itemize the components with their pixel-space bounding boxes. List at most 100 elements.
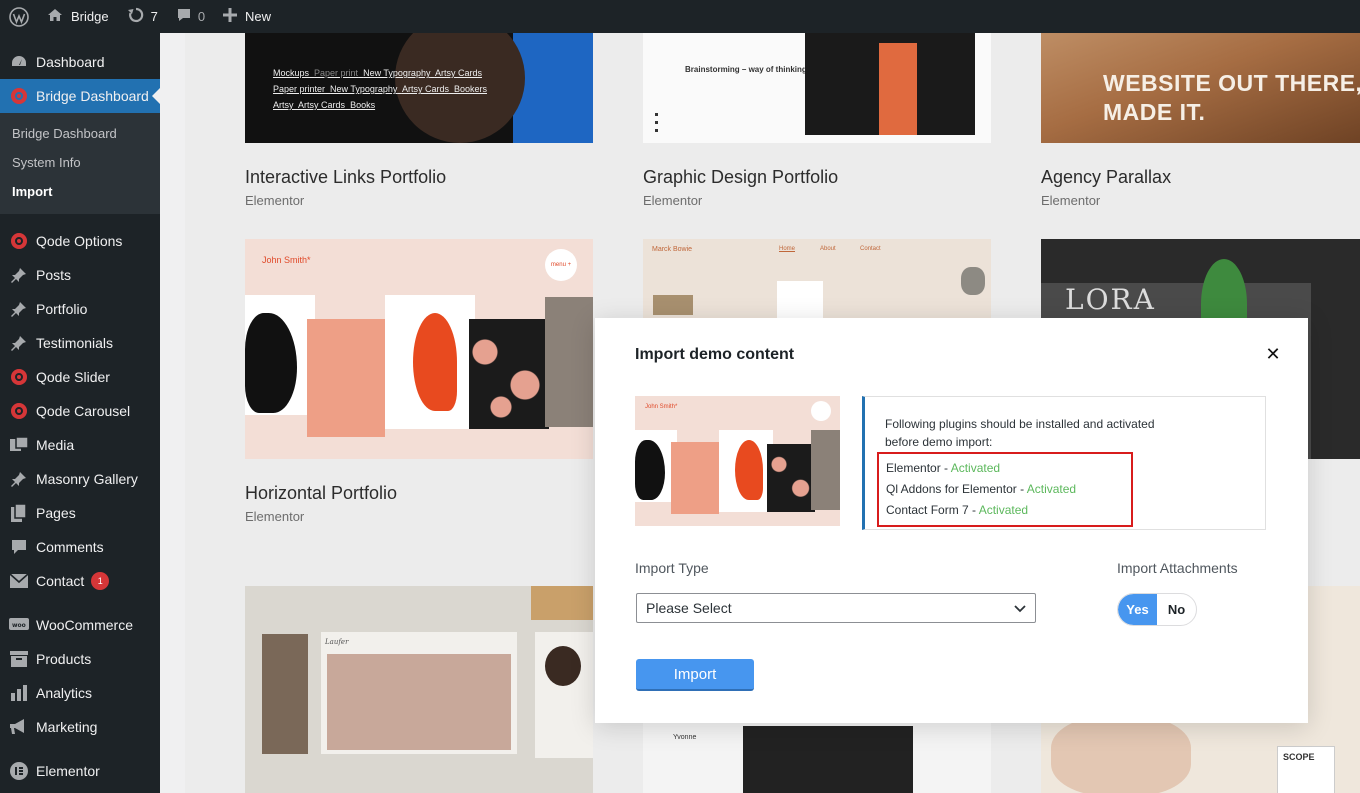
comments-link[interactable]: 0 xyxy=(167,0,214,33)
sidebar-item-label: Bridge Dashboard xyxy=(36,88,149,104)
sidebar-item-label: Qode Carousel xyxy=(36,403,131,419)
qode-icon xyxy=(11,88,27,104)
thumb-caption: WEBSITE OUT THERE, WE MADE IT. xyxy=(1103,70,1360,125)
sidebar-item-products[interactable]: Products xyxy=(0,642,160,676)
submenu-system-info[interactable]: System Info xyxy=(0,148,160,177)
demo-title: Interactive Links Portfolio xyxy=(245,167,447,187)
sidebar-item-analytics[interactable]: Analytics xyxy=(0,676,160,710)
demo-builder: Elementor xyxy=(643,193,703,208)
demo-card-laufer[interactable]: Laufer xyxy=(245,586,593,793)
thumb-link: New Typography xyxy=(363,68,431,78)
plugins-list: Elementor - Activated Ql Addons for Elem… xyxy=(877,452,1133,527)
submenu-bridge-dashboard[interactable]: Bridge Dashboard xyxy=(0,119,160,148)
sidebar-item-label: Testimonials xyxy=(36,335,114,351)
sidebar-item-qode-options[interactable]: Qode Options xyxy=(0,224,160,258)
demo-thumbnail: Brainstorming – way of thinking xyxy=(643,33,991,143)
modal-title: Import demo content xyxy=(635,346,795,363)
sidebar-item-label: Posts xyxy=(36,267,72,283)
admin-sidebar: Dashboard Bridge Dashboard Bridge Dashbo… xyxy=(0,33,160,793)
sidebar-item-testimonials[interactable]: Testimonials xyxy=(0,326,160,360)
updates-link[interactable]: 7 xyxy=(118,0,167,33)
thumb-nav-link: Home xyxy=(779,246,796,252)
thumb-menu: menu + xyxy=(545,249,577,281)
new-label: New xyxy=(245,9,272,24)
updates-icon xyxy=(127,6,145,27)
sidebar-item-woocommerce[interactable]: woo WooCommerce xyxy=(0,608,160,642)
sidebar-item-dashboard[interactable]: Dashboard xyxy=(0,45,160,79)
wordpress-logo-icon[interactable] xyxy=(0,0,38,33)
sidebar-item-portfolio[interactable]: Portfolio xyxy=(0,292,160,326)
plugin-name: Ql Addons for Elementor xyxy=(886,482,1017,496)
plugin-row: Elementor - Activated xyxy=(886,461,1001,475)
sidebar-item-contact[interactable]: Contact 1 xyxy=(0,564,160,598)
sidebar-item-marketing[interactable]: Marketing xyxy=(0,710,160,744)
submenu-import[interactable]: Import xyxy=(0,177,160,206)
import-type-label: Import Type xyxy=(635,560,709,576)
required-plugins-notice: Following plugins should be installed an… xyxy=(862,396,1266,530)
sidebar-item-label: WooCommerce xyxy=(36,617,133,633)
sidebar-item-label: Products xyxy=(36,651,92,667)
sidebar-item-label: Qode Options xyxy=(36,233,123,249)
home-icon xyxy=(47,7,63,26)
comment-icon xyxy=(176,7,192,26)
demo-card-graphic-design[interactable]: Brainstorming – way of thinking Graphic … xyxy=(643,33,991,208)
toggle-yes[interactable]: Yes xyxy=(1118,594,1157,625)
sidebar-item-bridge-dashboard[interactable]: Bridge Dashboard xyxy=(0,79,160,113)
sidebar-item-label: Analytics xyxy=(36,685,93,701)
demo-builder: Elementor xyxy=(245,193,305,208)
thumb-link: Artsy Cards xyxy=(298,100,346,110)
media-icon xyxy=(9,435,29,455)
demo-card-horizontal-portfolio[interactable]: John Smith* menu + Horizontal Portfolio … xyxy=(245,239,593,524)
archive-icon xyxy=(9,649,29,669)
close-icon[interactable]: ✕ xyxy=(1263,344,1283,364)
demo-title: Horizontal Portfolio xyxy=(245,483,398,503)
thumb-name: John Smith* xyxy=(262,255,311,265)
sidebar-item-elementor[interactable]: Elementor xyxy=(0,754,160,788)
sidebar-item-label: Elementor xyxy=(36,763,100,779)
bar-chart-icon xyxy=(9,683,29,703)
sidebar-item-posts[interactable]: Posts xyxy=(0,258,160,292)
sidebar-item-qode-slider[interactable]: Qode Slider xyxy=(0,360,160,394)
plugins-intro: Following plugins should be installed an… xyxy=(885,417,1155,449)
sidebar-item-masonry-gallery[interactable]: Masonry Gallery xyxy=(0,462,160,496)
sidebar-item-pages[interactable]: Pages xyxy=(0,496,160,530)
demo-builder: Elementor xyxy=(1041,193,1101,208)
plugin-row: Ql Addons for Elementor - Activated xyxy=(886,482,1077,496)
sidebar-item-label: Qode Slider xyxy=(36,369,110,385)
thumb-nav-link: Contact xyxy=(860,246,881,252)
toggle-no[interactable]: No xyxy=(1157,594,1196,625)
plugin-status: Activated xyxy=(1026,482,1077,496)
demo-thumbnail: Laufer xyxy=(245,586,593,793)
demo-thumbnail: WEBSITE OUT THERE, WE MADE IT. xyxy=(1041,33,1360,143)
pages-icon xyxy=(9,503,29,523)
demo-builder: Elementor xyxy=(245,509,305,524)
thumb-name: Yvonne xyxy=(673,734,697,741)
sidebar-item-qode-carousel[interactable]: Qode Carousel xyxy=(0,394,160,428)
plugin-status: Activated xyxy=(978,503,1029,517)
pin-icon xyxy=(9,299,29,319)
sidebar-item-comments[interactable]: Comments xyxy=(0,530,160,564)
svg-text:woo: woo xyxy=(12,622,26,629)
sidebar-item-label: Masonry Gallery xyxy=(36,471,138,487)
plugin-name: Contact Form 7 xyxy=(886,503,969,517)
site-name-link[interactable]: Bridge xyxy=(38,0,118,33)
elementor-icon xyxy=(9,761,29,781)
plugin-status: Activated xyxy=(950,461,1001,475)
import-type-select[interactable]: Please Select xyxy=(636,593,1036,623)
demo-card-interactive-links[interactable]: Mockups Paper print New Typography Artsy… xyxy=(245,33,593,208)
import-attachments-toggle[interactable]: Yes No xyxy=(1117,593,1197,626)
thumb-link: New Typography xyxy=(330,84,398,94)
demo-thumbnail: Mockups Paper print New Typography Artsy… xyxy=(245,33,593,143)
pin-icon xyxy=(9,265,29,285)
contact-count-badge: 1 xyxy=(91,572,110,590)
demo-card-agency-parallax[interactable]: WEBSITE OUT THERE, WE MADE IT. Agency Pa… xyxy=(1041,33,1360,208)
thumb-link: Mockups xyxy=(273,68,310,78)
bridge-submenu: Bridge Dashboard System Info Import xyxy=(0,113,160,214)
sidebar-item-media[interactable]: Media xyxy=(0,428,160,462)
thumb-name: Laufer xyxy=(325,638,349,646)
new-content-link[interactable]: New xyxy=(214,0,280,33)
import-attachments-label: Import Attachments xyxy=(1117,560,1238,576)
import-button[interactable]: Import xyxy=(636,659,754,691)
thumb-link: Paper printer xyxy=(273,84,326,94)
demo-title: Agency Parallax xyxy=(1041,167,1172,187)
